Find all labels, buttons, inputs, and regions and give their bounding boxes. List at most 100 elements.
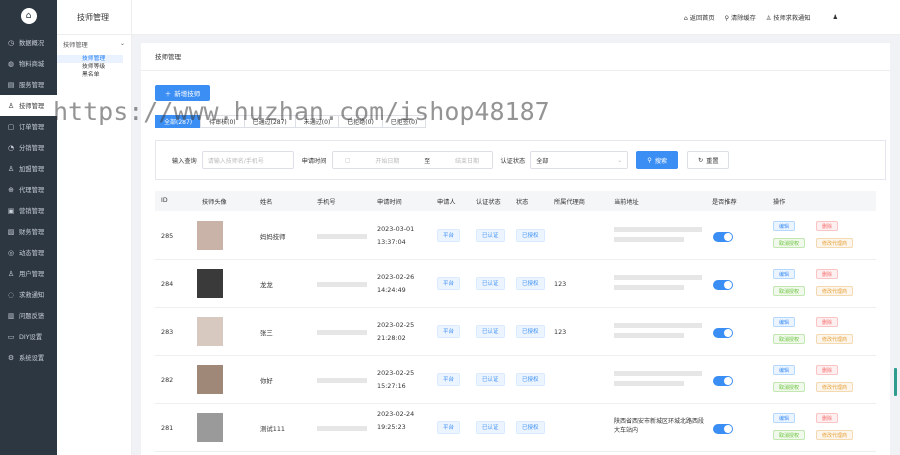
sidebar-item-icon: ▣ xyxy=(7,206,15,215)
sidebar-item-icon: ⚙ xyxy=(7,353,15,362)
avatar xyxy=(197,365,223,394)
edit-button[interactable]: 编辑 xyxy=(773,413,796,423)
clear-cache-link[interactable]: ⚲ 清除缓存 xyxy=(725,13,756,22)
home-link[interactable]: ⌂ 返回首页 xyxy=(684,13,715,22)
delete-button[interactable]: 删除 xyxy=(816,413,839,423)
sidebar-item[interactable]: ▥ 问题反馈 xyxy=(0,305,57,326)
sidebar-item-icon: ▨ xyxy=(7,227,15,236)
calendar-icon: ▢ xyxy=(344,156,351,164)
scrollbar[interactable] xyxy=(894,368,897,396)
search-button[interactable]: ⚲ 搜索 xyxy=(636,151,679,169)
add-technician-button[interactable]: ＋新增技师 xyxy=(155,85,210,101)
avatar xyxy=(197,221,223,250)
status-tag: 已授权 xyxy=(516,421,545,434)
delete-button[interactable]: 删除 xyxy=(816,317,839,327)
bell-icon[interactable]: ♟ xyxy=(832,14,838,21)
sidebar-item-icon: ▢ xyxy=(7,122,15,131)
tab-approved[interactable]: 已通过(287) xyxy=(243,115,296,128)
chevron-down-icon: ⌄ xyxy=(119,40,125,47)
sidebar-item-label: 动态管理 xyxy=(19,250,45,257)
sidebar-item[interactable]: ▭ DIY设置 xyxy=(0,326,57,347)
edit-button[interactable]: 编辑 xyxy=(773,317,796,327)
sidebar-item[interactable]: ▢ 订单管理 xyxy=(0,116,57,137)
row-agent: 123 xyxy=(554,328,567,336)
recommend-toggle[interactable] xyxy=(713,232,733,242)
revoke-auth-button[interactable]: 取消授权 xyxy=(773,238,806,248)
submenu-item-technicians[interactable]: 技师管理 xyxy=(57,55,123,63)
sidebar: ⌂ ◷ 数据概况 ◍ 物料商城 ▤ 服务管理 ♙ 技师管理 ▢ 订单管理 ◔ 分销管理 ♙ 加盟管理 ⊕ 代理… xyxy=(0,0,57,455)
change-agent-button[interactable]: 修改代理商 xyxy=(816,430,854,440)
submenu-item-blacklist[interactable]: 黑名单 xyxy=(57,71,131,79)
sidebar-item[interactable]: ◍ 物料商城 xyxy=(0,53,57,74)
change-agent-button[interactable]: 修改代理商 xyxy=(816,286,854,296)
row-name: 你好 xyxy=(260,377,273,385)
submenu-group[interactable]: 技师管理 ⌄ xyxy=(57,35,131,49)
recommend-toggle[interactable] xyxy=(713,280,733,290)
change-agent-button[interactable]: 修改代理商 xyxy=(816,382,854,392)
sidebar-item-icon: ◷ xyxy=(7,38,15,47)
recommend-toggle[interactable] xyxy=(713,376,733,386)
delete-button[interactable]: 删除 xyxy=(816,221,839,231)
applicant-tag: 平台 xyxy=(437,373,461,386)
sidebar-item-label: 求救通知 xyxy=(19,292,45,299)
edit-button[interactable]: 编辑 xyxy=(773,365,796,375)
row-time: 15:27:16 xyxy=(377,382,406,390)
change-agent-button[interactable]: 修改代理商 xyxy=(816,238,854,248)
edit-button[interactable]: 编辑 xyxy=(773,221,796,231)
sidebar-item[interactable]: ⊕ 代理管理 xyxy=(0,179,57,200)
status-select[interactable]: 全部 ⌄ xyxy=(530,151,629,169)
submenu-item-levels[interactable]: 技师等级 xyxy=(57,63,131,71)
sidebar-item[interactable]: ◎ 动态管理 xyxy=(0,242,57,263)
address-redacted xyxy=(614,275,702,280)
phone-redacted xyxy=(317,426,367,431)
recommend-toggle[interactable] xyxy=(713,328,733,338)
revoke-auth-button[interactable]: 取消授权 xyxy=(773,430,806,440)
home-logo-icon: ⌂ xyxy=(20,8,37,24)
row-name: 测试111 xyxy=(260,425,285,433)
change-agent-button[interactable]: 修改代理商 xyxy=(816,334,854,344)
phone-redacted xyxy=(317,378,367,383)
row-time: 13:37:04 xyxy=(377,238,406,246)
delete-button[interactable]: 删除 xyxy=(816,269,839,279)
revoke-auth-button[interactable]: 取消授权 xyxy=(773,382,806,392)
sidebar-item[interactable]: ◌ 求救通知 xyxy=(0,284,57,305)
sidebar-item-label: 用户管理 xyxy=(19,271,45,278)
sidebar-item-icon: ◍ xyxy=(7,59,15,68)
sidebar-item[interactable]: ◔ 分销管理 xyxy=(0,137,57,158)
applicant-tag: 平台 xyxy=(437,277,461,290)
row-id: 281 xyxy=(161,424,174,432)
edit-button[interactable]: 编辑 xyxy=(773,269,796,279)
help-notify-link[interactable]: ♙ 技师求救通知 xyxy=(766,13,811,22)
sidebar-item-icon: ▭ xyxy=(7,332,15,341)
address-redacted xyxy=(614,323,702,328)
delete-button[interactable]: 删除 xyxy=(816,365,839,375)
tab-pending[interactable]: 待审核(0) xyxy=(200,115,245,128)
phone-redacted xyxy=(317,234,367,239)
date-range-picker[interactable]: ▢ 开始日期 至 结束日期 xyxy=(331,151,493,169)
sidebar-item[interactable]: ▣ 营销管理 xyxy=(0,200,57,221)
tab-all[interactable]: 全部(287) xyxy=(155,115,202,128)
row-date: 2023-02-25 xyxy=(377,369,415,377)
sidebar-item[interactable]: ⚙ 系统设置 xyxy=(0,347,57,368)
phone-redacted xyxy=(317,282,367,287)
revoke-auth-button[interactable]: 取消授权 xyxy=(773,286,806,296)
sidebar-item[interactable]: ▤ 服务管理 xyxy=(0,74,57,95)
sidebar-item[interactable]: ♙ 技师管理 xyxy=(0,95,57,116)
sidebar-item-icon: ⊕ xyxy=(8,185,14,194)
table-row: 282 你好 2023-02-25 15:27:16 平台 已认证 已授权 编辑 删除 取消授权修… xyxy=(155,356,876,404)
tab-rejected[interactable]: 已拒绝(0) xyxy=(338,115,383,128)
recommend-toggle[interactable] xyxy=(713,424,733,434)
search-input[interactable]: 请输入技师名/手机号 xyxy=(201,151,294,169)
sidebar-item[interactable]: ▨ 财务管理 xyxy=(0,221,57,242)
sidebar-item[interactable]: ♙ 加盟管理 xyxy=(0,158,57,179)
tab-declined[interactable]: 已拒签(0) xyxy=(381,115,427,128)
search-icon: ⚲ xyxy=(647,156,652,164)
logo[interactable]: ⌂ xyxy=(0,0,57,32)
sidebar-item[interactable]: ◷ 数据概况 xyxy=(0,32,57,53)
status-tag: 已授权 xyxy=(516,325,545,338)
reset-button[interactable]: ↻ 重置 xyxy=(687,151,730,169)
sidebar-item[interactable]: ♙ 用户管理 xyxy=(0,263,57,284)
revoke-auth-button[interactable]: 取消授权 xyxy=(773,334,806,344)
row-date: 2023-03-01 xyxy=(377,225,415,233)
tab-failed[interactable]: 未通过(0) xyxy=(294,115,340,128)
